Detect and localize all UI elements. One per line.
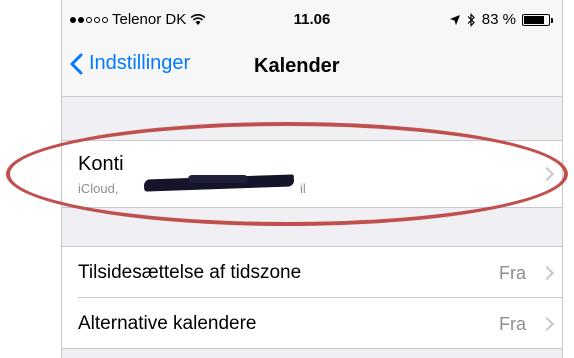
navigation-bar: Telenor DK 11.06 83 % Indstillinger Kale… xyxy=(62,0,562,97)
alternative-calendars-value: Fra xyxy=(499,314,526,334)
battery-percentage: 83 % xyxy=(481,11,516,28)
phone-screen: Telenor DK 11.06 83 % Indstillinger Kale… xyxy=(61,0,563,358)
status-indicators: 83 % xyxy=(449,11,553,28)
battery-level xyxy=(524,15,544,24)
chevron-left-icon xyxy=(70,53,83,74)
battery-icon xyxy=(522,13,553,26)
accounts-label: Konti xyxy=(78,153,124,175)
chevron-right-icon xyxy=(539,265,555,281)
alternative-calendars-label: Alternative kalendere xyxy=(78,313,257,334)
alternative-calendars-row[interactable]: Alternative kalendere Fra xyxy=(78,298,562,348)
accounts-group: Konti iCloud, il xyxy=(62,140,562,208)
timezone-override-value: Fra xyxy=(499,263,526,283)
accounts-subtitle-text: iCloud, xyxy=(78,181,119,196)
chevron-right-icon xyxy=(539,316,555,332)
accounts-row[interactable]: Konti iCloud, il xyxy=(78,141,562,207)
timezone-override-label: Tilsidesættelse af tidszone xyxy=(78,262,302,283)
location-arrow-icon xyxy=(449,14,460,25)
page-title: Kalender xyxy=(254,55,340,77)
accounts-subtitle-tail: il xyxy=(300,181,306,196)
status-bar: Telenor DK 11.06 83 % xyxy=(62,0,562,40)
timezone-override-row[interactable]: Tilsidesættelse af tidszone Fra xyxy=(78,247,562,298)
back-button[interactable]: Indstillinger xyxy=(70,52,190,75)
bluetooth-icon xyxy=(467,12,475,27)
settings-group: Tilsidesættelse af tidszone Fra Alternat… xyxy=(62,246,562,349)
back-button-label: Indstillinger xyxy=(89,52,191,74)
redaction-mark-overlay xyxy=(188,175,248,183)
accounts-subtitle: iCloud, il xyxy=(78,181,306,196)
chevron-right-icon xyxy=(539,166,555,182)
